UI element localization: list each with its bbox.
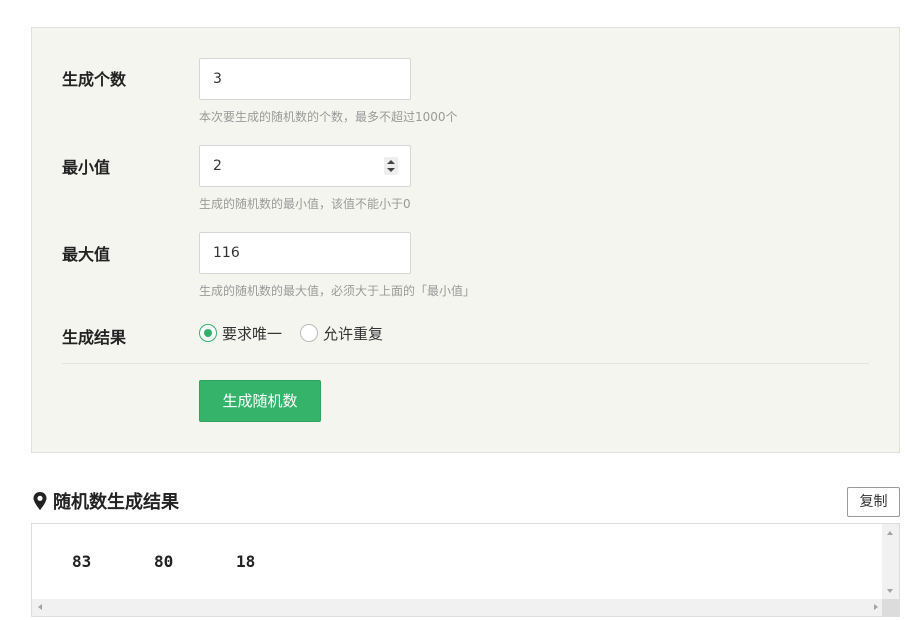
min-hint: 生成的随机数的最小值，该值不能小于0: [199, 197, 411, 211]
count-label: 生成个数: [62, 70, 127, 89]
radio-unique[interactable]: 要求唯一: [199, 323, 282, 344]
result-title: 随机数生成结果: [53, 492, 179, 513]
min-label: 最小值: [62, 158, 111, 177]
map-pin-icon: [33, 492, 47, 510]
result-number: 80: [154, 552, 174, 571]
scroll-right-icon[interactable]: [874, 604, 878, 610]
count-hint: 本次要生成的随机数的个数，最多不超过1000个: [199, 110, 458, 124]
max-hint: 生成的随机数的最大值，必须大于上面的「最小值」: [199, 284, 476, 298]
scrollbar-corner: [882, 599, 899, 616]
max-label: 最大值: [62, 245, 111, 264]
stepper-up-icon[interactable]: [387, 160, 395, 164]
radio-allow-repeat[interactable]: 允许重复: [300, 323, 383, 344]
result-number: 83: [72, 552, 92, 571]
copy-button[interactable]: 复制: [847, 487, 900, 517]
min-input[interactable]: 2: [199, 145, 411, 187]
count-input[interactable]: 3: [199, 58, 411, 100]
radio-unique-label: 要求唯一: [222, 324, 283, 343]
vertical-scrollbar[interactable]: [882, 524, 899, 600]
generate-button[interactable]: 生成随机数: [199, 380, 321, 422]
radio-unchecked-icon[interactable]: [300, 324, 319, 342]
radio-checked-icon[interactable]: [199, 324, 217, 342]
scroll-left-icon[interactable]: [38, 604, 42, 610]
settings-panel: 生成个数 3 本次要生成的随机数的个数，最多不超过1000个 最小值 2 生成的…: [31, 27, 900, 453]
max-input[interactable]: 116: [199, 232, 411, 274]
scroll-up-icon[interactable]: [887, 531, 893, 535]
horizontal-scrollbar[interactable]: [32, 599, 884, 616]
radio-repeat-label: 允许重复: [323, 324, 384, 343]
result-header: 随机数生成结果: [31, 488, 179, 514]
result-numbers: 83 80 18: [72, 552, 318, 571]
divider: [62, 363, 869, 364]
stepper-down-icon[interactable]: [387, 168, 395, 172]
mode-radio-group: 要求唯一 允许重复: [199, 322, 401, 344]
mode-label: 生成结果: [62, 328, 127, 347]
number-stepper[interactable]: [384, 157, 398, 175]
min-value: 2: [213, 158, 222, 174]
result-textarea[interactable]: 83 80 18: [31, 523, 900, 617]
scroll-down-icon[interactable]: [887, 589, 893, 593]
result-number: 18: [236, 552, 256, 571]
